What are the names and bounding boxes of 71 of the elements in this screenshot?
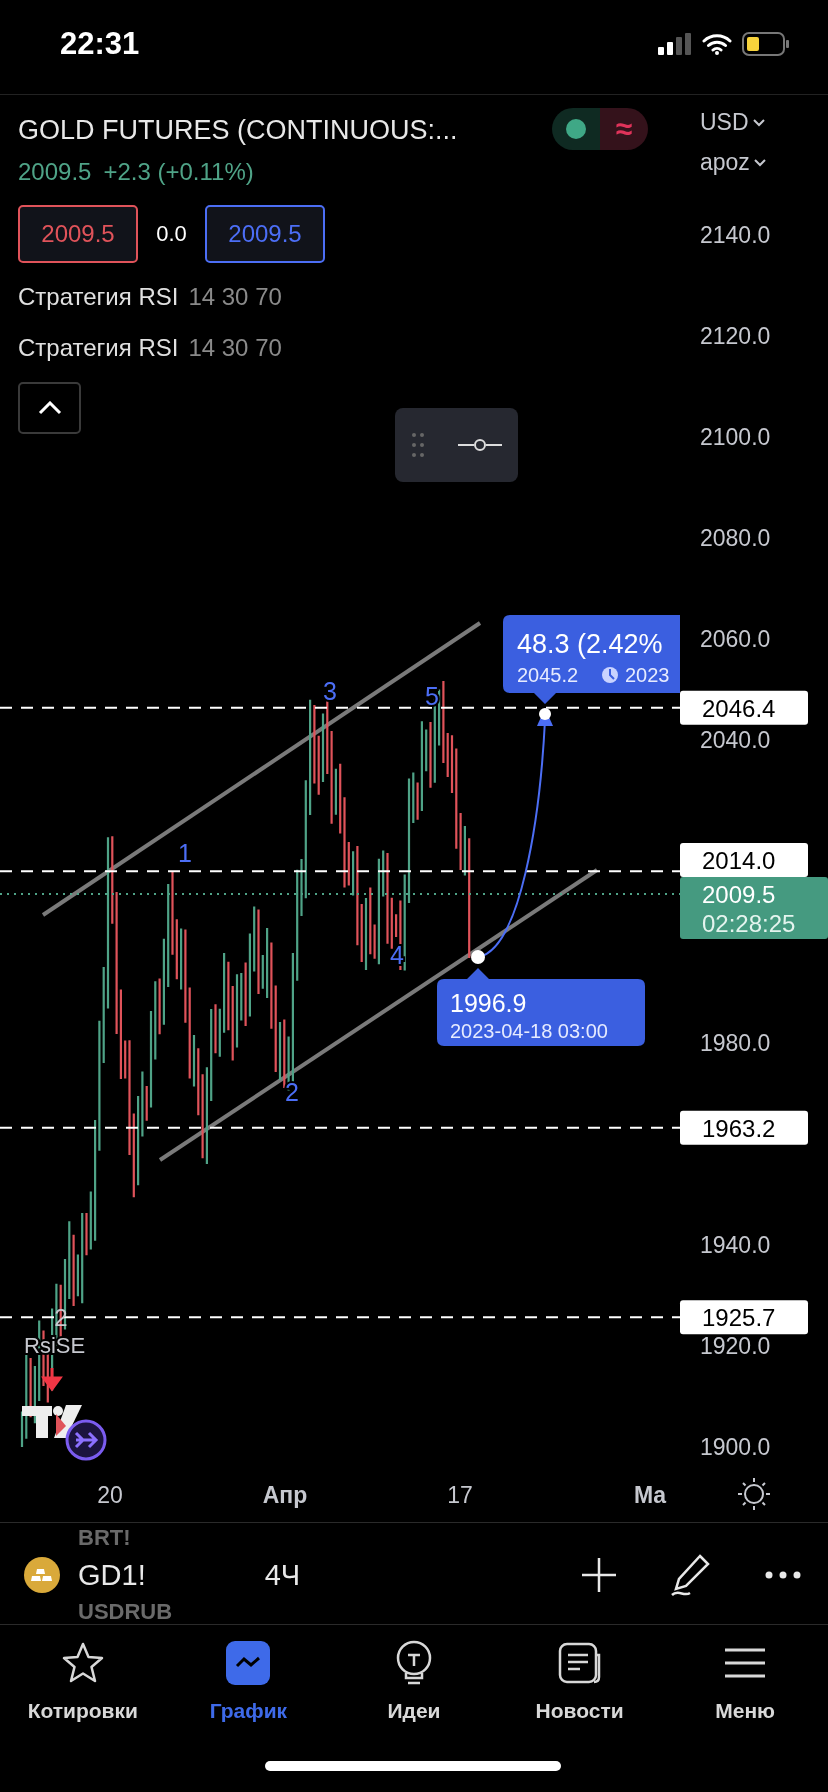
- brightness-icon: [737, 1477, 771, 1511]
- last-price: 2009.5: [18, 157, 92, 187]
- nav-tab[interactable]: Котировки: [0, 1639, 166, 1723]
- price-tag: 2014.0: [680, 843, 808, 878]
- time-label: 20: [97, 1482, 123, 1508]
- anchor-point: [471, 950, 485, 964]
- time-label: Апр: [262, 1482, 308, 1508]
- price-tag: 2046.4: [680, 690, 808, 725]
- last-price-tag: 2009.5 02:28:25: [680, 877, 828, 940]
- wave-label: 2: [285, 1078, 299, 1106]
- wifi-icon: [702, 33, 732, 55]
- line-tool-icon[interactable]: [457, 437, 502, 453]
- status-dot-icon: [566, 119, 586, 139]
- more-icon[interactable]: [765, 1571, 801, 1579]
- indicator-params: 14 30 70: [188, 282, 282, 312]
- price-tag: 1925.7: [680, 1300, 808, 1335]
- axis-label: 2140.0: [700, 222, 771, 248]
- axis-label: 1900.0: [700, 1434, 771, 1460]
- arrow-circle-icon: [65, 1419, 107, 1461]
- wave-label: 1: [178, 839, 192, 867]
- price-tag: 1963.2: [680, 1110, 808, 1145]
- nav-tab[interactable]: График: [165, 1639, 332, 1723]
- nav-tab[interactable]: Идеи: [331, 1639, 497, 1723]
- price-change: +2.3 (+0.11%): [103, 157, 254, 187]
- buy-button[interactable]: 2009.5: [205, 205, 325, 263]
- time-label: Ма: [633, 1482, 667, 1508]
- symbol-list-item[interactable]: USDRUB: [78, 1599, 173, 1625]
- wave-label: 2: [54, 1304, 68, 1331]
- symbol-list-item[interactable]: BRT!: [78, 1525, 131, 1551]
- down-arrow-icon: [42, 1366, 62, 1392]
- collapse-button[interactable]: [18, 382, 81, 434]
- drag-handle-icon: [411, 432, 426, 458]
- price-callout: 1996.9 2023-04-18 03:00: [437, 968, 645, 1046]
- indicator-params: 14 30 70: [188, 333, 282, 363]
- news-icon: [557, 1641, 602, 1685]
- symbol-title: GOLD FUTURES (CONTINUOUS:...: [18, 114, 458, 147]
- chevron-down-icon: [752, 118, 765, 127]
- axis-label: 1980.0: [700, 1030, 771, 1056]
- spread-value: 0.0: [155, 221, 188, 247]
- bullion-icon: [24, 1557, 60, 1593]
- wave-label: 5: [425, 682, 439, 710]
- axis-label: 1920.0: [700, 1333, 771, 1359]
- measure-callout: 48.3 (2.42% 2045.2 2023: [503, 615, 680, 704]
- status-time: 22:31: [60, 26, 140, 62]
- plus-icon[interactable]: [581, 1557, 617, 1593]
- sell-button[interactable]: 2009.5: [18, 205, 138, 263]
- chevron-down-icon: [753, 158, 766, 167]
- axis-label: 2100.0: [700, 424, 771, 450]
- star-icon: [60, 1641, 105, 1685]
- nav-tab[interactable]: Меню: [662, 1639, 828, 1723]
- indicator-name[interactable]: Стратегия RSI: [18, 280, 179, 314]
- currency-selector[interactable]: USD: [700, 109, 749, 136]
- battery-icon: [742, 32, 790, 56]
- symbol-name[interactable]: GD1!: [78, 1558, 146, 1592]
- axis-label: 1940.0: [700, 1232, 771, 1258]
- signal-icon: [658, 33, 692, 55]
- wave-symbol: ≈: [600, 108, 648, 150]
- axis-label: 2120.0: [700, 323, 771, 349]
- interval-selector[interactable]: 4Ч: [264, 1558, 301, 1592]
- indicator-name[interactable]: Стратегия RSI: [18, 331, 179, 365]
- chevron-up-icon: [37, 401, 62, 415]
- nav-tab[interactable]: Новости: [496, 1639, 663, 1723]
- time-label: 17: [447, 1482, 473, 1508]
- scale-selector[interactable]: apoz: [700, 149, 750, 176]
- wave-label: 3: [323, 677, 337, 705]
- chart-icon: [226, 1641, 271, 1685]
- axis-label: 2080.0: [700, 525, 771, 551]
- menu-icon: [725, 1648, 766, 1678]
- axis-label: 2040.0: [700, 727, 771, 753]
- pen-icon[interactable]: [670, 1553, 712, 1597]
- axis-label: 2060.0: [700, 626, 771, 652]
